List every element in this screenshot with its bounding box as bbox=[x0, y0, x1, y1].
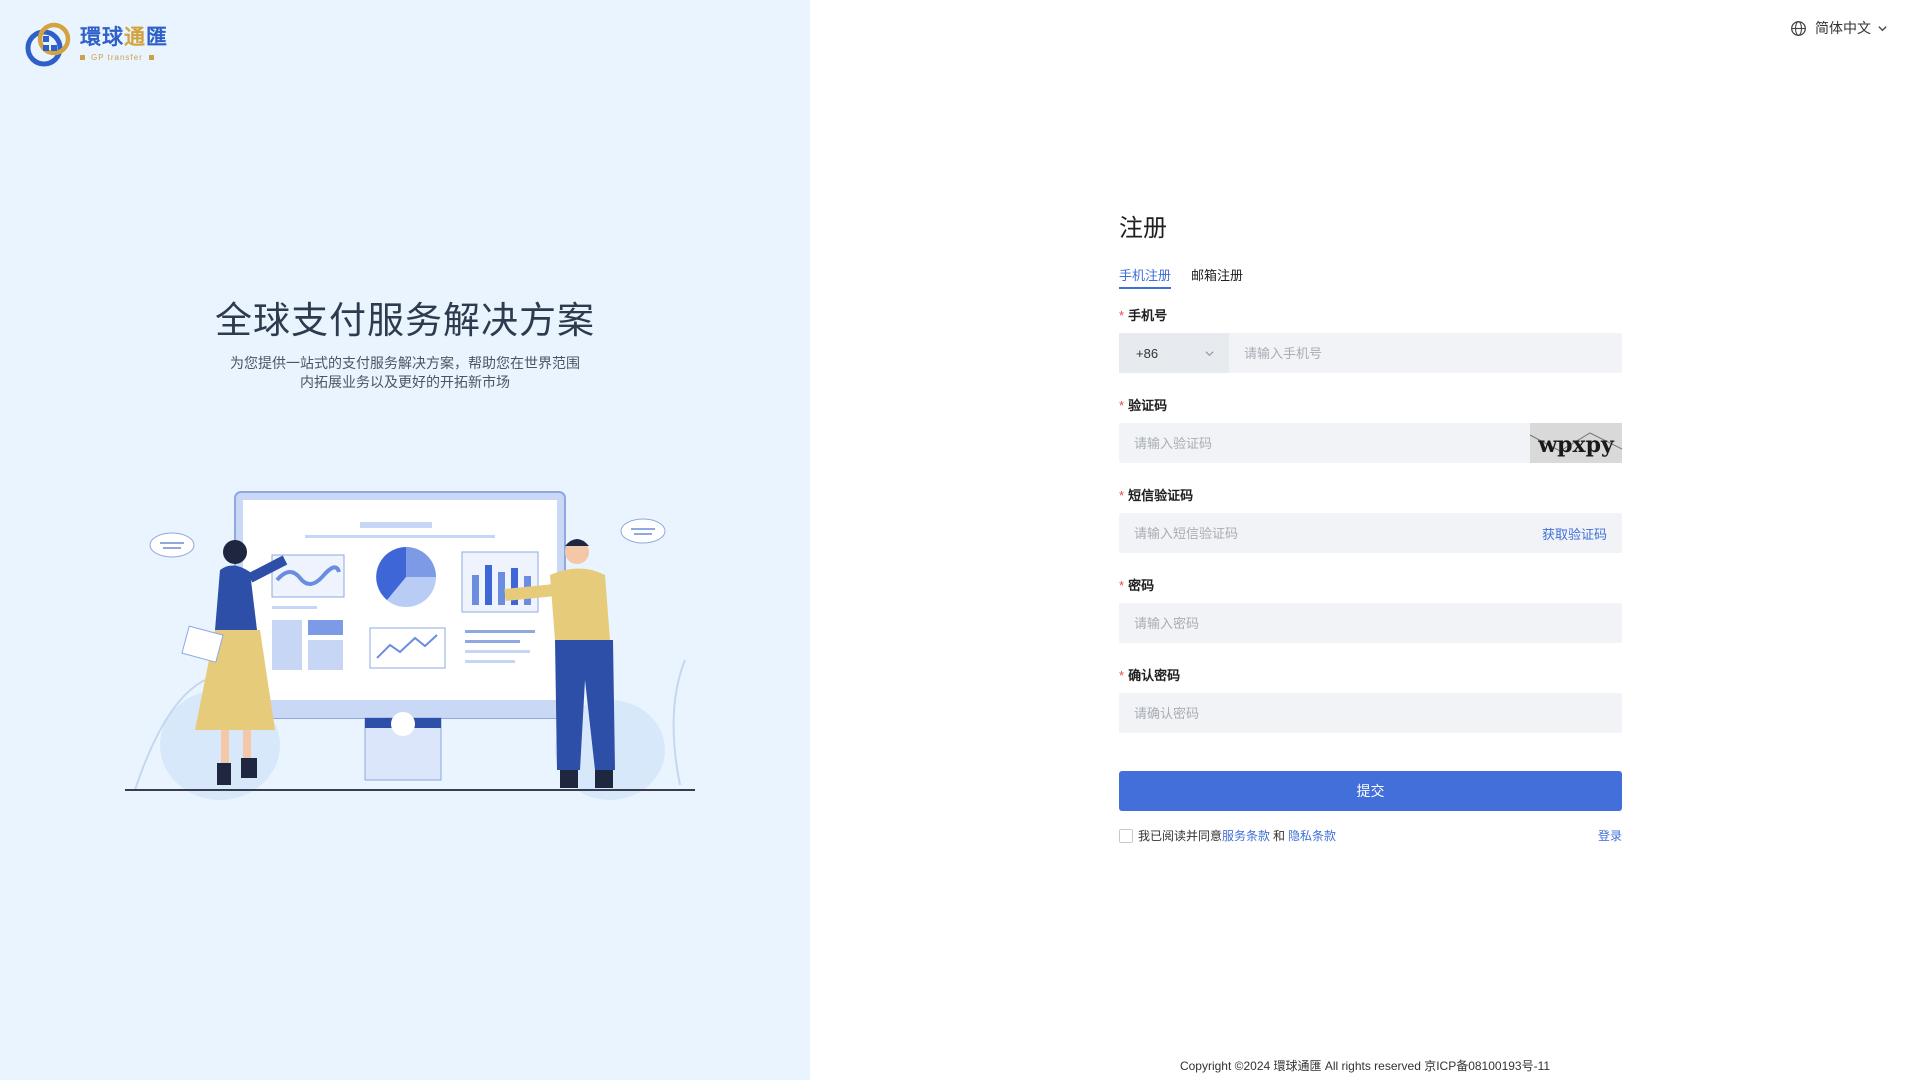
captcha-input[interactable] bbox=[1119, 423, 1530, 463]
globe-icon bbox=[1791, 20, 1806, 36]
brand-name: 環球通匯 bbox=[80, 25, 168, 49]
agree-text: 我已阅读并同意 bbox=[1138, 829, 1223, 843]
phone-label: * 手机号 bbox=[1119, 308, 1168, 323]
captcha-field-group: *验证码 wpxpy bbox=[1119, 395, 1622, 463]
register-tabs: 手机注册 邮箱注册 bbox=[1119, 265, 1622, 289]
country-code-select[interactable]: +86 bbox=[1119, 333, 1229, 373]
tab-email-register[interactable]: 邮箱注册 bbox=[1191, 265, 1243, 289]
password-label: * 密码 bbox=[1119, 578, 1155, 593]
password-input[interactable] bbox=[1119, 603, 1622, 643]
phone-field-group: * 手机号 +86 bbox=[1119, 305, 1622, 373]
sms-field-group: *短信验证码 获取验证码 bbox=[1119, 485, 1622, 553]
svg-text:wpxpy: wpxpy bbox=[1537, 432, 1615, 458]
privacy-link[interactable]: 隐私条款 bbox=[1288, 827, 1336, 844]
left-panel: 環球通匯 GP transfer 全球支付服务解决方案 为您提供一站式的支付服务… bbox=[0, 0, 810, 1080]
sms-code-input[interactable] bbox=[1119, 513, 1542, 553]
sms-label: * 短信验证码 bbox=[1119, 488, 1194, 503]
agree-checkbox[interactable] bbox=[1119, 828, 1133, 843]
captcha-label: * 验证码 bbox=[1119, 398, 1168, 413]
get-sms-code-button[interactable]: 获取验证码 bbox=[1542, 524, 1622, 543]
brand-logo-icon bbox=[25, 22, 71, 67]
password-field-group: * 密码 bbox=[1119, 575, 1622, 643]
agreement-row: 我已阅读并同意 服务条款 和 隐私条款 登录 bbox=[1119, 827, 1622, 844]
phone-input[interactable] bbox=[1229, 333, 1622, 373]
form-title: 注册 bbox=[1119, 215, 1167, 242]
brand-subtitle: GP transfer bbox=[80, 53, 168, 62]
submit-button[interactable]: 提交 bbox=[1119, 771, 1622, 811]
hero-description: 为您提供一站式的支付服务解决方案，帮助您在世界范围 内拓展业务以及更好的开拓新市… bbox=[230, 355, 580, 390]
login-link[interactable]: 登录 bbox=[1598, 827, 1622, 844]
copyright: Copyright ©2024 環球通匯 All rights reserved… bbox=[1179, 1059, 1551, 1073]
language-selector[interactable]: 简体中文 bbox=[1790, 18, 1896, 38]
confirm-password-input[interactable] bbox=[1119, 693, 1622, 733]
captcha-image[interactable]: wpxpy bbox=[1530, 423, 1622, 463]
tab-phone-register[interactable]: 手机注册 bbox=[1119, 265, 1172, 289]
confirm-password-field-group: * 确认密码 bbox=[1119, 665, 1622, 733]
dashboard-illustration bbox=[125, 491, 695, 800]
brand-logo[interactable]: 環球通匯 GP transfer bbox=[24, 18, 168, 70]
confirm-password-label: * 确认密码 bbox=[1119, 668, 1181, 683]
chevron-down-icon bbox=[1878, 25, 1887, 31]
and-text: 和 bbox=[1273, 829, 1286, 843]
chevron-down-icon bbox=[1205, 350, 1214, 356]
register-form: 注册 手机注册 邮箱注册 *手机号 +86 *验证码 wpxpy bbox=[1119, 208, 1622, 844]
hero-title: 全球支付服务解决方案 bbox=[215, 300, 595, 341]
terms-link[interactable]: 服务条款 bbox=[1222, 827, 1270, 844]
language-label: 简体中文 bbox=[1815, 20, 1871, 36]
